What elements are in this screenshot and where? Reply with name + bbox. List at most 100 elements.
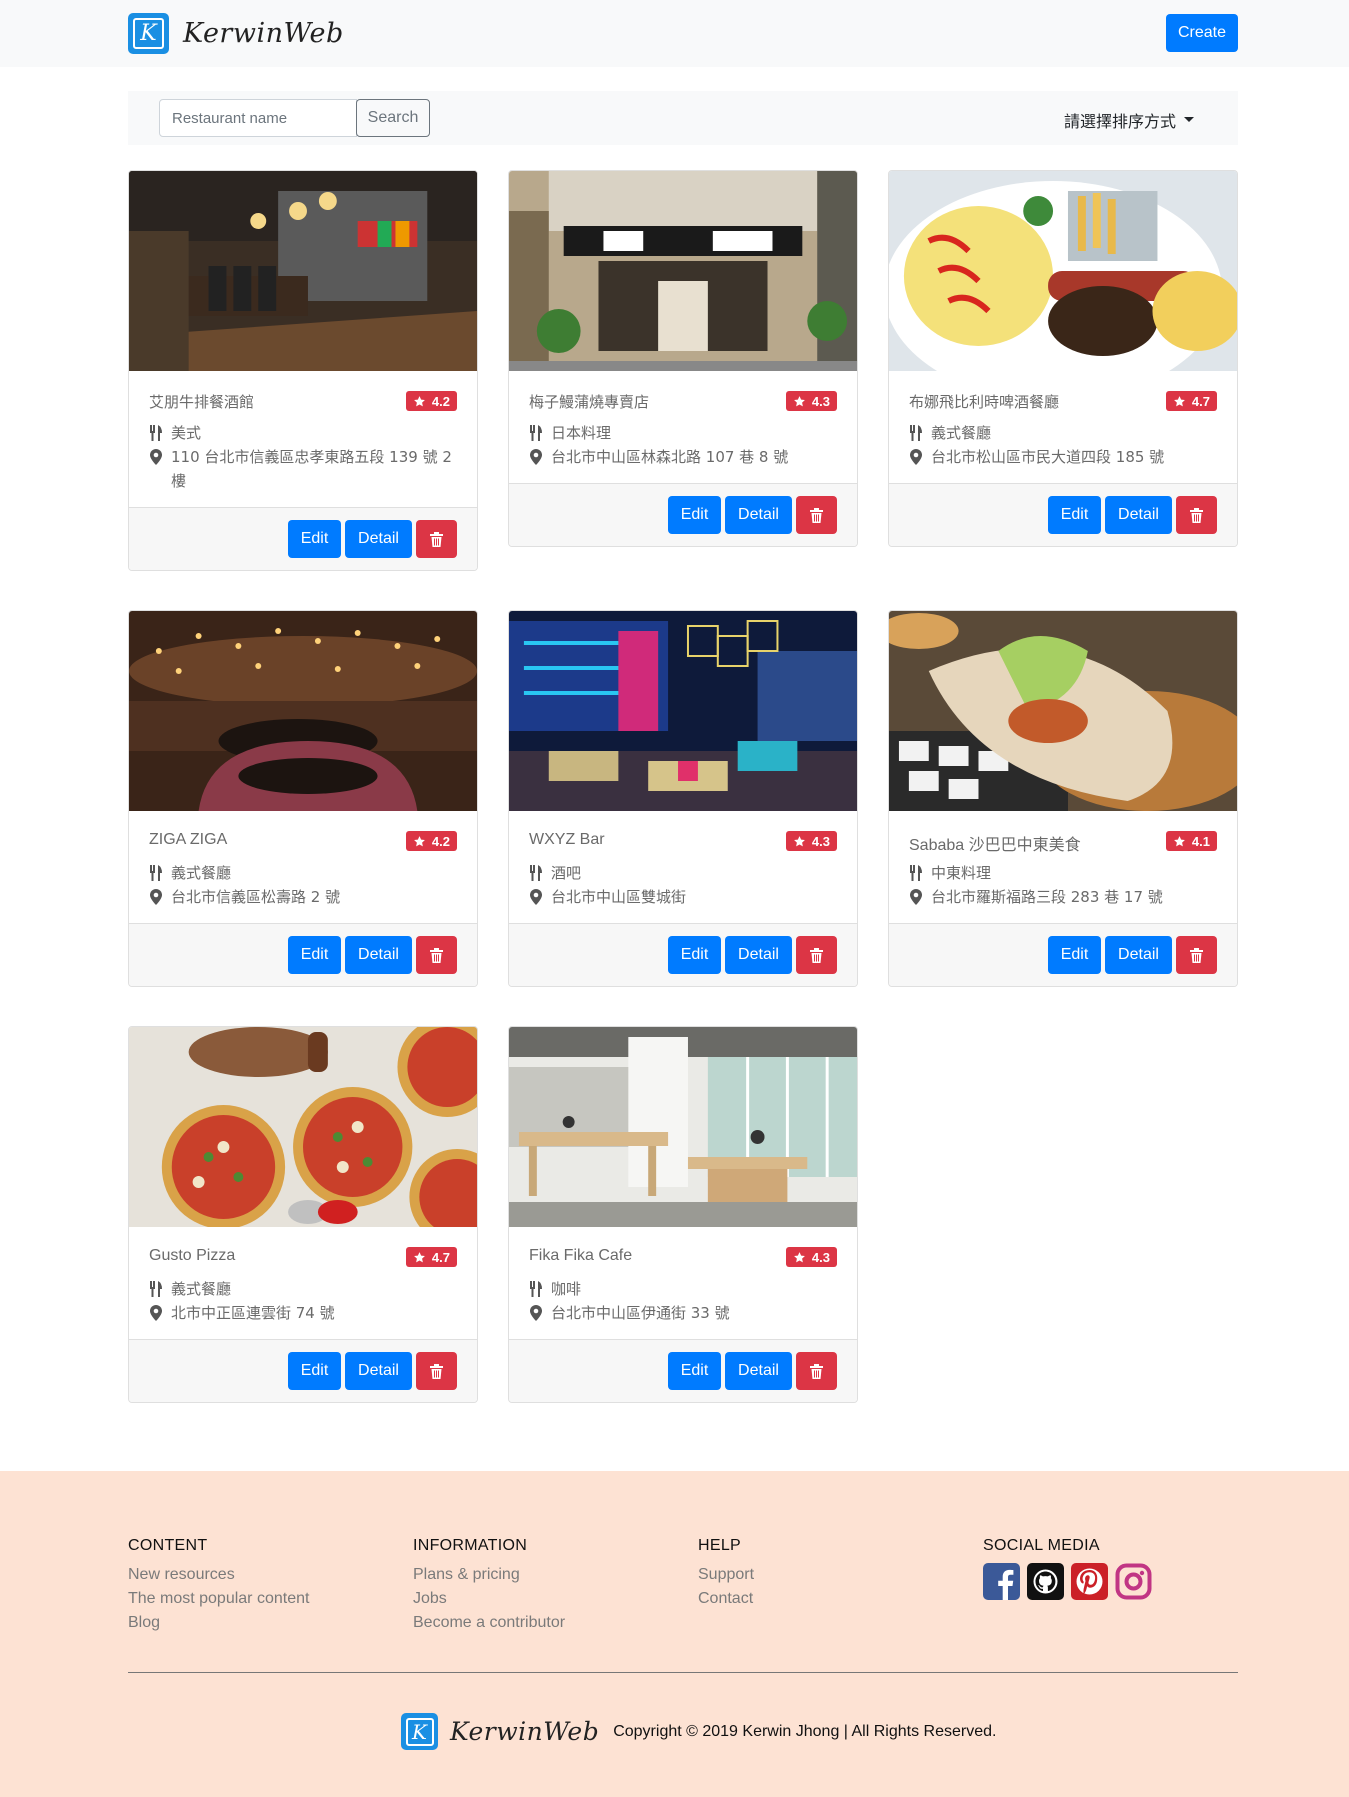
delete-button[interactable]: [416, 520, 457, 558]
edit-button[interactable]: Edit: [668, 936, 721, 974]
detail-button[interactable]: Detail: [725, 496, 792, 534]
detail-button[interactable]: Detail: [725, 936, 792, 974]
omelette-plate-photo[interactable]: [889, 171, 1237, 371]
map-pin-icon: [909, 445, 923, 465]
brand-name: KerwinWeb: [183, 18, 344, 49]
map-pin-icon: [529, 885, 543, 905]
edit-button[interactable]: Edit: [1048, 496, 1101, 534]
rating-badge: 4.3: [785, 391, 837, 411]
footer-link[interactable]: Support: [698, 1563, 754, 1587]
restaurant-category: 日本料理: [551, 424, 612, 442]
category-row: 義式餐廳: [149, 861, 457, 885]
cafe-interior-photo[interactable]: [509, 1027, 857, 1227]
footer-link[interactable]: New resources: [128, 1563, 309, 1587]
pinterest-icon[interactable]: [1071, 1563, 1108, 1600]
search-button[interactable]: Search: [356, 99, 430, 137]
restaurant-address: 台北市松山區市民大道四段 185 號: [931, 448, 1165, 466]
detail-button[interactable]: Detail: [345, 1352, 412, 1390]
restaurant-category: 咖啡: [551, 1280, 582, 1298]
edit-button[interactable]: Edit: [1048, 936, 1101, 974]
detail-button[interactable]: Detail: [345, 936, 412, 974]
footer-column-title: INFORMATION: [413, 1537, 528, 1554]
edit-button[interactable]: Edit: [668, 496, 721, 534]
edit-button[interactable]: Edit: [288, 520, 341, 558]
footer-link[interactable]: The most popular content: [128, 1587, 309, 1611]
edit-button[interactable]: Edit: [668, 1352, 721, 1390]
trash-icon: [810, 507, 823, 523]
restaurant-address: 台北市中山區雙城街: [551, 888, 687, 906]
utensils-icon: [529, 861, 543, 881]
trash-icon: [810, 1363, 823, 1379]
address-row: 北市中正區連雲街 74 號: [149, 1301, 457, 1325]
pita-wrap-photo[interactable]: [889, 611, 1237, 811]
footer-link[interactable]: Blog: [128, 1611, 309, 1635]
delete-button[interactable]: [416, 1352, 457, 1390]
restaurant-category: 中東料理: [931, 864, 992, 882]
footer-link[interactable]: Jobs: [413, 1587, 565, 1611]
address-row: 110 台北市信義區忠孝東路五段 139 號 2 樓: [149, 445, 457, 493]
detail-button[interactable]: Detail: [725, 1352, 792, 1390]
card-body: 布娜飛比利時啤酒餐廳 4.7 義式餐廳 台北市松山區市民大道四段 185 號: [889, 371, 1237, 483]
trash-icon: [1190, 507, 1203, 523]
address-row: 台北市羅斯福路三段 283 巷 17 號: [909, 885, 1217, 909]
edit-button[interactable]: Edit: [288, 1352, 341, 1390]
card-footer: Edit Detail: [129, 923, 477, 986]
star-icon: [413, 1251, 426, 1264]
edit-button[interactable]: Edit: [288, 936, 341, 974]
search-input[interactable]: [159, 99, 357, 137]
map-pin-icon: [529, 1301, 543, 1321]
utensils-icon: [149, 861, 163, 881]
restaurant-card: 梅子鰻蒲燒專賣店 4.3 日本料理 台北市中山區林森北路 107 巷 8 號 Edit D…: [508, 170, 858, 547]
footer-link[interactable]: Plans & pricing: [413, 1563, 565, 1587]
steakhouse-photo[interactable]: [129, 171, 477, 371]
delete-button[interactable]: [416, 936, 457, 974]
delete-button[interactable]: [796, 1352, 837, 1390]
rating-value: 4.3: [811, 1249, 830, 1265]
detail-button[interactable]: Detail: [345, 520, 412, 558]
card-footer: Edit Detail: [129, 507, 477, 570]
utensils-icon: [909, 421, 923, 441]
rating-value: 4.3: [811, 833, 830, 849]
rating-value: 4.2: [431, 393, 450, 409]
restaurant-address: 台北市中山區伊通街 33 號: [551, 1304, 730, 1322]
address-row: 台北市松山區市民大道四段 185 號: [909, 445, 1217, 469]
delete-button[interactable]: [1176, 496, 1217, 534]
brand-link[interactable]: K KerwinWeb: [128, 13, 344, 54]
restaurant-card: Fika Fika Cafe 4.3 咖啡 台北市中山區伊通街 33 號 Edit Det…: [508, 1026, 858, 1403]
rating-value: 4.7: [431, 1249, 450, 1265]
trash-icon: [1190, 947, 1203, 963]
detail-button[interactable]: Detail: [1105, 936, 1172, 974]
detail-button[interactable]: Detail: [1105, 496, 1172, 534]
delete-button[interactable]: [796, 496, 837, 534]
create-button[interactable]: Create: [1166, 14, 1238, 52]
footer-link[interactable]: Contact: [698, 1587, 754, 1611]
restaurant-card: WXYZ Bar 4.3 酒吧 台北市中山區雙城街 Edit Detail: [508, 610, 858, 987]
star-icon: [793, 395, 806, 408]
facebook-icon[interactable]: [983, 1563, 1020, 1600]
footer-link[interactable]: Become a contributor: [413, 1611, 565, 1635]
restaurant-interior-photo[interactable]: [129, 611, 477, 811]
sort-dropdown-label: 請選擇排序方式: [1063, 112, 1176, 131]
category-row: 義式餐廳: [149, 1277, 457, 1301]
map-pin-icon: [149, 885, 163, 905]
restaurant-card: 艾朋牛排餐酒館 4.2 美式 110 台北市信義區忠孝東路五段 139 號 2 樓 Ed…: [128, 170, 478, 571]
trash-icon: [430, 1363, 443, 1379]
rating-value: 4.1: [1191, 833, 1210, 849]
pizza-photo[interactable]: [129, 1027, 477, 1227]
sort-dropdown[interactable]: 請選擇排序方式: [1064, 108, 1194, 132]
card-footer: Edit Detail: [509, 1339, 857, 1402]
rating-badge: 4.3: [785, 1247, 837, 1267]
footer: CONTENT New resources The most popular c…: [0, 1471, 1349, 1797]
restaurant-category: 義式餐廳: [171, 1280, 232, 1298]
bar-interior-photo[interactable]: [509, 611, 857, 811]
star-icon: [1173, 395, 1186, 408]
storefront-photo[interactable]: [509, 171, 857, 371]
instagram-icon[interactable]: [1115, 1563, 1152, 1600]
star-icon: [413, 835, 426, 848]
card-footer: Edit Detail: [129, 1339, 477, 1402]
rating-value: 4.3: [811, 393, 830, 409]
address-row: 台北市信義區松壽路 2 號: [149, 885, 457, 909]
delete-button[interactable]: [796, 936, 837, 974]
github-icon[interactable]: [1027, 1563, 1064, 1600]
delete-button[interactable]: [1176, 936, 1217, 974]
